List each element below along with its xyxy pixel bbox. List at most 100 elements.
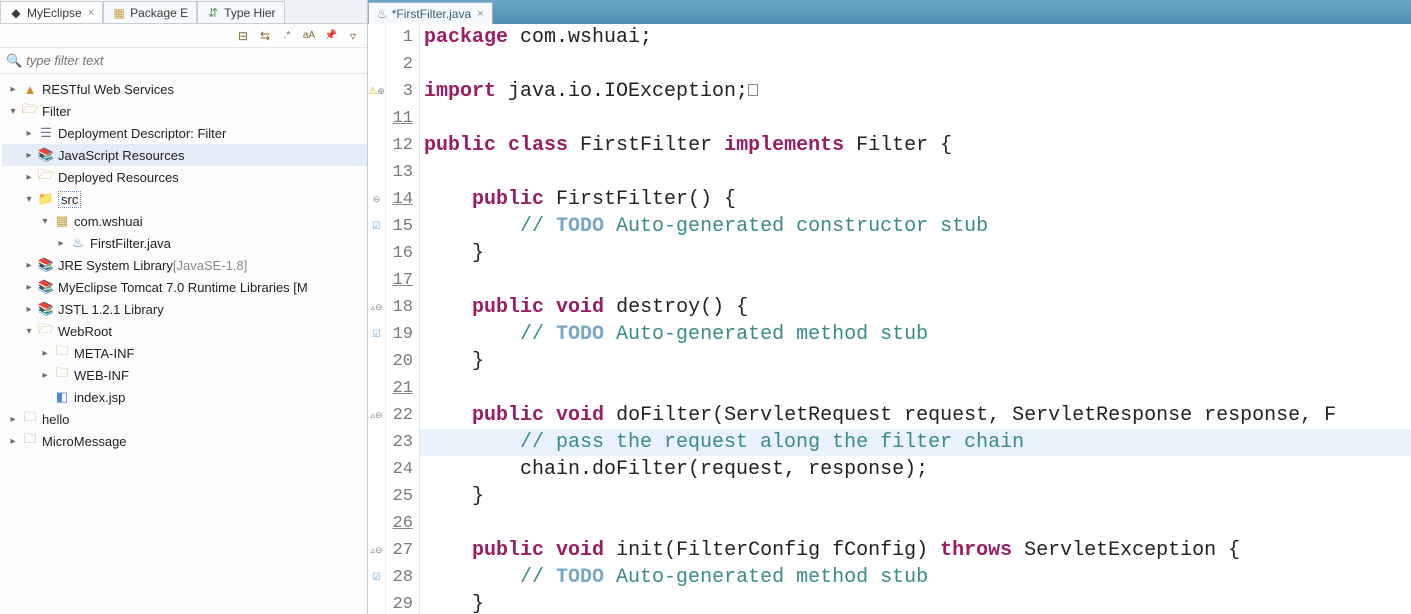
tree-node[interactable]: ▸📚JSTL 1.2.1 Library	[2, 298, 367, 320]
marker-cell[interactable]: ☑	[368, 321, 385, 348]
warning-icon[interactable]: ⚠	[368, 86, 377, 97]
chevron-right-icon[interactable]: ▸	[22, 170, 36, 184]
view-tab-type-hierarchy[interactable]: ⇵ Type Hier	[197, 1, 284, 23]
code-line[interactable]	[420, 267, 1411, 294]
tree-node[interactable]: ◧index.jsp	[2, 386, 367, 408]
task-icon[interactable]: ☑	[372, 221, 381, 232]
line-number[interactable]: 11	[386, 109, 419, 128]
chevron-right-icon[interactable]: ▸	[22, 258, 36, 272]
tree-node[interactable]: ▸📚MyEclipse Tomcat 7.0 Runtime Libraries…	[2, 276, 367, 298]
collapse-all-button[interactable]: ⊟	[235, 28, 251, 44]
marker-cell[interactable]: ☑	[368, 213, 385, 240]
code-line[interactable]: chain.doFilter(request, response);	[420, 456, 1411, 483]
tree-node[interactable]: ▸🗀META-INF	[2, 342, 367, 364]
tree-node[interactable]: ▾🗁WebRoot	[2, 320, 367, 342]
code-line[interactable]	[420, 510, 1411, 537]
code-line[interactable]: }	[420, 591, 1411, 614]
code-line[interactable]	[420, 159, 1411, 186]
chevron-right-icon[interactable]: ▸	[6, 82, 20, 96]
code-line[interactable]: // TODO Auto-generated constructor stub	[420, 213, 1411, 240]
code-line[interactable]	[420, 375, 1411, 402]
fold-plus-icon[interactable]: ⊕	[377, 86, 385, 97]
code-line[interactable]: // TODO Auto-generated method stub	[420, 564, 1411, 591]
tree-node[interactable]: ▾▦com.wshuai	[2, 210, 367, 232]
line-number[interactable]: 27	[386, 541, 419, 560]
collapsed-region-icon[interactable]	[748, 84, 758, 96]
chevron-down-icon[interactable]: ▾	[22, 192, 36, 206]
code-line[interactable]: import java.io.IOException;	[420, 78, 1411, 105]
line-number[interactable]: 20	[386, 352, 419, 371]
code-line[interactable]: package com.wshuai;	[420, 24, 1411, 51]
code-line[interactable]: public FirstFilter() {	[420, 186, 1411, 213]
line-number[interactable]: 28	[386, 568, 419, 587]
chevron-right-icon[interactable]: ▸	[38, 368, 52, 382]
line-number[interactable]: 19	[386, 325, 419, 344]
tree-node[interactable]: ▸🗀MicroMessage	[2, 430, 367, 452]
line-number[interactable]: 22	[386, 406, 419, 425]
chevron-right-icon[interactable]: ▸	[22, 148, 36, 162]
tree-node[interactable]: ▸📚JavaScript Resources	[2, 144, 367, 166]
line-number[interactable]: 29	[386, 595, 419, 614]
line-number[interactable]: 2	[386, 55, 419, 74]
view-tab-myeclipse[interactable]: ◆ MyEclipse ×	[0, 1, 103, 23]
code-line[interactable]: public void destroy() {	[420, 294, 1411, 321]
filter-input[interactable]	[26, 53, 361, 68]
marker-cell[interactable]: ⚠⊕	[368, 78, 385, 105]
task-icon[interactable]: ☑	[372, 329, 381, 340]
chevron-right-icon[interactable]: ▸	[6, 434, 20, 448]
link-with-editor-button[interactable]: ⇆	[257, 28, 273, 44]
fold-minus-icon[interactable]: ⊖	[373, 194, 381, 205]
line-number[interactable]: 3	[386, 82, 419, 101]
tree-node[interactable]: ▾🗁Filter	[2, 100, 367, 122]
project-tree[interactable]: ▸▲RESTful Web Services▾🗁Filter▸☰Deployme…	[0, 74, 367, 614]
chevron-right-icon[interactable]: ▸	[6, 412, 20, 426]
chevron-right-icon[interactable]: ▸	[22, 302, 36, 316]
marker-cell[interactable]: ▵⊖	[368, 537, 385, 564]
line-number[interactable]: 24	[386, 460, 419, 479]
line-number[interactable]: 12	[386, 136, 419, 155]
chevron-right-icon[interactable]: ▸	[22, 126, 36, 140]
code-line[interactable]: }	[420, 483, 1411, 510]
editor-tab-firstfilter[interactable]: ♨ *FirstFilter.java ×	[368, 2, 493, 24]
line-number-gutter[interactable]: 1231112131415161718192021222324252627282…	[386, 24, 420, 614]
line-number[interactable]: 26	[386, 514, 419, 533]
code-line[interactable]	[420, 51, 1411, 78]
fold-minus-icon[interactable]: ⊖	[375, 410, 383, 421]
chevron-down-icon[interactable]: ▾	[38, 214, 52, 228]
code-line[interactable]: // pass the request along the filter cha…	[420, 429, 1411, 456]
marker-cell[interactable]: ☑	[368, 564, 385, 591]
view-tab-package-explorer[interactable]: ▦ Package E	[103, 1, 197, 23]
tree-node[interactable]: ▸♨FirstFilter.java	[2, 232, 367, 254]
tree-node[interactable]: ▾📁src	[2, 188, 367, 210]
chevron-right-icon[interactable]: ▸	[38, 346, 52, 360]
line-number[interactable]: 13	[386, 163, 419, 182]
code-line[interactable]: }	[420, 240, 1411, 267]
line-number[interactable]: 16	[386, 244, 419, 263]
chevron-down-icon[interactable]: ▾	[22, 324, 36, 338]
chevron-right-icon[interactable]: ▸	[22, 280, 36, 294]
line-number[interactable]: 23	[386, 433, 419, 452]
match-case-button[interactable]: aA	[301, 28, 317, 44]
tree-node[interactable]: ▸📚JRE System Library [JavaSE-1.8]	[2, 254, 367, 276]
pin-button[interactable]: 📌	[323, 28, 339, 44]
code-line[interactable]: public void doFilter(ServletRequest requ…	[420, 402, 1411, 429]
line-number[interactable]: 15	[386, 217, 419, 236]
marker-cell[interactable]: ▵⊖	[368, 294, 385, 321]
tree-node[interactable]: ▸▲RESTful Web Services	[2, 78, 367, 100]
code-line[interactable]: // TODO Auto-generated method stub	[420, 321, 1411, 348]
task-icon[interactable]: ☑	[372, 572, 381, 583]
filter-regex-button[interactable]: .*	[279, 28, 295, 44]
close-icon[interactable]: ×	[477, 8, 483, 20]
marker-cell[interactable]: ⊖	[368, 186, 385, 213]
marker-cell[interactable]: ▵⊖	[368, 402, 385, 429]
fold-minus-icon[interactable]: ⊖	[375, 302, 383, 313]
line-number[interactable]: 1	[386, 28, 419, 47]
chevron-right-icon[interactable]: ▸	[54, 236, 68, 250]
code-line[interactable]: public void init(FilterConfig fConfig) t…	[420, 537, 1411, 564]
fold-minus-icon[interactable]: ⊖	[375, 545, 383, 556]
code-line[interactable]	[420, 105, 1411, 132]
tree-node[interactable]: ▸🗀hello	[2, 408, 367, 430]
view-menu-button[interactable]: ▿	[345, 28, 361, 44]
code-area[interactable]: package com.wshuai; import java.io.IOExce…	[420, 24, 1411, 614]
code-line[interactable]: }	[420, 348, 1411, 375]
